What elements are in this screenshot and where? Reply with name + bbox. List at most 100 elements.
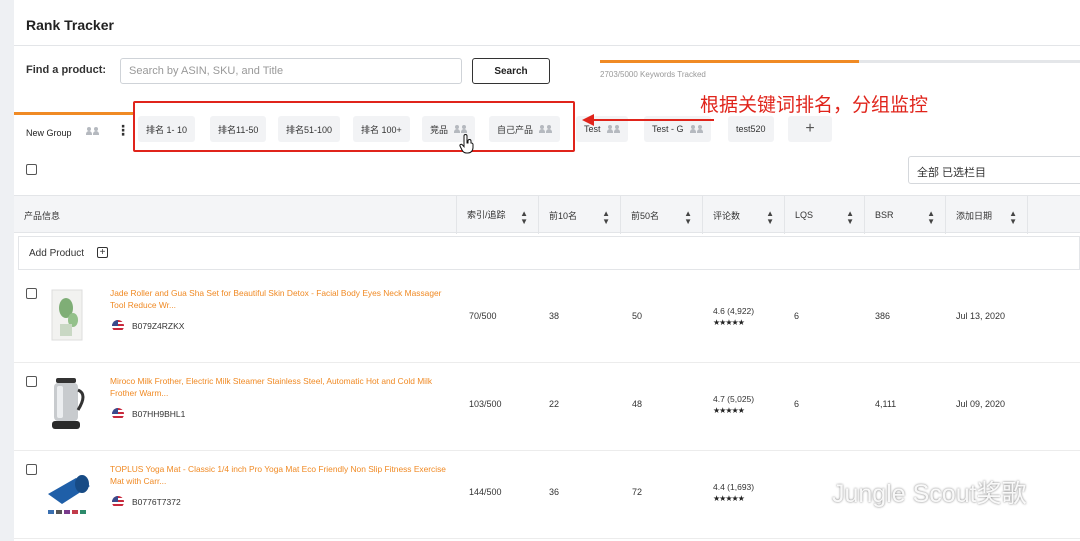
header-indexed-tracked[interactable]: 索引/追踪 ▲ ▼ xyxy=(457,196,539,234)
sort-icon: ▲ ▼ xyxy=(766,209,774,226)
tab-rank-100-plus[interactable]: 排名 100+ xyxy=(353,116,410,142)
tab-own-products[interactable]: 自己产品 xyxy=(489,116,561,142)
plus-icon: + xyxy=(805,120,815,137)
table-header: 产品信息 索引/追踪 ▲ ▼ 前10名 ▲ ▼ 前50名 ▲ ▼ 评论数 ▲ ▼ LQS ▲ ▼ B… xyxy=(14,195,1080,234)
star-rating-icon: ★★★★★ xyxy=(713,318,745,327)
tab-rank-11-50[interactable]: 排名11-50 xyxy=(210,116,267,142)
shared-users-icon xyxy=(689,125,703,133)
date-added-value: Jul 13, 2020 xyxy=(956,311,1006,321)
page-title: Rank Tracker xyxy=(26,17,114,33)
product-title-link[interactable]: Jade Roller and Gua Sha Set for Beautifu… xyxy=(110,287,450,311)
lqs-value: 6 xyxy=(794,311,800,321)
row-checkbox[interactable] xyxy=(26,464,37,475)
keywords-tracked-fill xyxy=(600,60,860,63)
date-added-value: Jul 09, 2020 xyxy=(956,399,1006,409)
tab-label: 排名11-50 xyxy=(218,124,259,135)
lqs-value: 6 xyxy=(794,399,800,409)
rank-tracker-panel: Rank Tracker Find a product: Search 2703… xyxy=(14,0,1080,541)
bsr-value: 386 xyxy=(875,311,891,321)
plus-square-icon[interactable]: + xyxy=(97,247,108,258)
top50-value: 72 xyxy=(632,487,643,497)
header-bsr[interactable]: BSR ▲ ▼ xyxy=(865,196,946,234)
watermark-text: Jungle Scout奖歌 xyxy=(832,480,1027,508)
table-row: Jade Roller and Gua Sha Set for Beautifu… xyxy=(14,278,1080,363)
top10-value: 38 xyxy=(549,311,560,321)
hand-cursor-icon xyxy=(459,134,474,154)
column-select-dropdown[interactable]: 全部 已选栏目 xyxy=(908,156,1080,184)
sort-icon: ▲ ▼ xyxy=(1009,209,1017,226)
us-flag-icon xyxy=(112,496,124,508)
header-top10[interactable]: 前10名 ▲ ▼ xyxy=(539,196,621,234)
tab-label: 排名 1- 10 xyxy=(146,124,188,135)
us-flag-icon xyxy=(112,408,124,420)
header-product-info: 产品信息 xyxy=(14,196,457,234)
annotation-arrow xyxy=(592,119,714,121)
row-checkbox[interactable] xyxy=(26,376,37,387)
search-button[interactable]: Search xyxy=(472,58,550,84)
header-reviews[interactable]: 评论数 ▲ ▼ xyxy=(703,196,785,234)
shared-users-icon xyxy=(539,125,553,133)
tab-label: 竞品 xyxy=(430,124,449,135)
group-name: New Group xyxy=(26,128,72,138)
product-thumbnail xyxy=(52,378,85,429)
product-title-link[interactable]: TOPLUS Yoga Mat - Classic 1/4 inch Pro Y… xyxy=(110,463,450,487)
shared-users-icon xyxy=(454,125,468,133)
indexed-tracked-value: 70/500 xyxy=(469,311,497,321)
tab-label: test520 xyxy=(736,124,766,134)
sort-icon: ▲ ▼ xyxy=(602,209,610,226)
product-asin: B079Z4RZKX xyxy=(132,321,185,331)
tab-label: Test - G xyxy=(652,124,684,134)
select-all-checkbox[interactable] xyxy=(26,164,37,175)
tab-label: 自己产品 xyxy=(497,124,534,135)
product-title-link[interactable]: Miroco Milk Frother, Electric Milk Steam… xyxy=(110,375,450,399)
top10-value: 22 xyxy=(549,399,560,409)
product-asin: B0776T7372 xyxy=(132,497,181,507)
sort-icon: ▲ ▼ xyxy=(846,209,854,226)
tab-new-group[interactable]: New Group ⋮ xyxy=(14,112,134,146)
indexed-tracked-value: 144/500 xyxy=(469,487,502,497)
bsr-value: 4,111 xyxy=(875,399,897,409)
product-thumbnail xyxy=(51,289,83,341)
tab-rank-51-100[interactable]: 排名51-100 xyxy=(278,116,341,142)
header-lqs[interactable]: LQS ▲ ▼ xyxy=(785,196,865,234)
star-rating-icon: ★★★★★ xyxy=(713,494,745,503)
sort-icon: ▲ ▼ xyxy=(520,209,528,226)
more-vertical-icon[interactable]: ⋮ xyxy=(116,123,130,137)
tab-label: 排名51-100 xyxy=(286,124,333,135)
add-tab-button[interactable]: + xyxy=(788,116,832,142)
top50-value: 50 xyxy=(632,311,643,321)
review-value: 4.6 (4,922) xyxy=(713,306,755,316)
tab-rank-1-10[interactable]: 排名 1- 10 xyxy=(138,116,196,142)
top10-value: 36 xyxy=(549,487,560,497)
row-checkbox[interactable] xyxy=(26,288,37,299)
star-rating-icon: ★★★★★ xyxy=(713,406,745,415)
header-date-added[interactable]: 添加日期 ▲ ▼ xyxy=(946,196,1028,234)
group-tabs: New Group ⋮ 排名 1- 10 排名11-50 排名51-100 排名… xyxy=(14,112,1080,146)
add-product-label: Add Product xyxy=(29,248,85,259)
product-thumbnail xyxy=(48,475,90,514)
top50-value: 48 xyxy=(632,399,643,409)
header-divider xyxy=(14,45,1080,46)
watermark: Jungle Scout奖歌 xyxy=(794,474,1027,510)
tab-test520[interactable]: test520 xyxy=(728,116,774,142)
us-flag-icon xyxy=(112,320,124,332)
table-row: Miroco Milk Frother, Electric Milk Steam… xyxy=(14,366,1080,451)
review-value: 4.4 (1,693) xyxy=(713,482,755,492)
annotation-text: 根据关键词排名，分组监控 xyxy=(700,95,929,116)
wechat-logo-icon xyxy=(794,480,825,504)
header-top50[interactable]: 前50名 ▲ ▼ xyxy=(621,196,703,234)
keywords-tracked-text: 2703/5000 Keywords Tracked xyxy=(600,70,706,79)
search-input[interactable] xyxy=(120,58,462,84)
arrow-head-icon xyxy=(582,114,594,126)
tab-label: 排名 100+ xyxy=(361,124,402,135)
sort-icon: ▲ ▼ xyxy=(684,209,692,226)
review-value: 4.7 (5,025) xyxy=(713,394,755,404)
product-asin: B07HH9BHL1 xyxy=(132,409,186,419)
indexed-tracked-value: 103/500 xyxy=(469,399,502,409)
sort-icon: ▲ ▼ xyxy=(927,209,935,226)
shared-users-icon xyxy=(606,125,620,133)
find-product-label: Find a product: xyxy=(26,64,107,76)
keywords-tracked-bar xyxy=(600,60,1080,63)
add-product-row[interactable]: Add Product + xyxy=(18,236,1080,270)
shared-users-icon xyxy=(86,127,99,135)
